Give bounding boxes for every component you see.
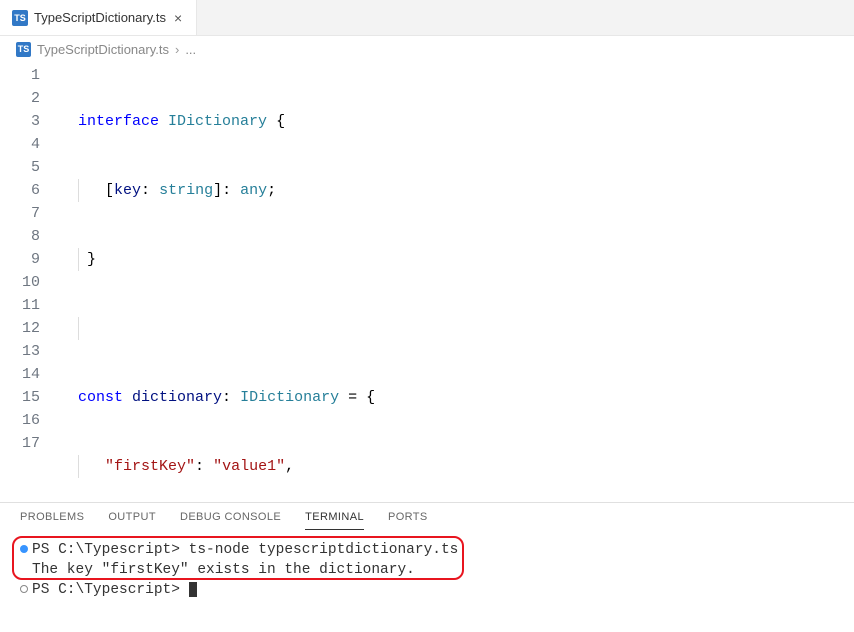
line-gutter: 1 2 3 4 5 6 7 8 9 10 11 12 13 14 15 16 1… bbox=[0, 64, 62, 502]
close-icon[interactable]: × bbox=[172, 10, 184, 26]
prompt-dot-icon bbox=[20, 545, 28, 553]
typescript-icon: TS bbox=[12, 10, 28, 26]
tab-filename: TypeScriptDictionary.ts bbox=[34, 10, 166, 25]
code-content[interactable]: interface IDictionary { [key: string]: a… bbox=[62, 64, 854, 502]
tab-problems[interactable]: PROBLEMS bbox=[20, 511, 84, 530]
terminal-prompt: PS C:\Typescript> bbox=[32, 582, 180, 598]
bottom-panel: PROBLEMS OUTPUT DEBUG CONSOLE TERMINAL P… bbox=[0, 502, 854, 632]
tab-debug-console[interactable]: DEBUG CONSOLE bbox=[180, 511, 281, 530]
breadcrumb[interactable]: TS TypeScriptDictionary.ts › ... bbox=[0, 36, 854, 62]
terminal-output[interactable]: PS C:\Typescript> ts-node typescriptdict… bbox=[0, 530, 854, 610]
tab-terminal[interactable]: TERMINAL bbox=[305, 511, 364, 530]
panel-tabs: PROBLEMS OUTPUT DEBUG CONSOLE TERMINAL P… bbox=[0, 503, 854, 530]
terminal-result: The key "firstKey" exists in the diction… bbox=[32, 562, 415, 578]
terminal-cursor bbox=[189, 582, 197, 597]
tab-ports[interactable]: PORTS bbox=[388, 511, 428, 530]
breadcrumb-filename: TypeScriptDictionary.ts bbox=[37, 42, 169, 57]
terminal-prompt: PS C:\Typescript> bbox=[32, 542, 180, 558]
chevron-right-icon: › bbox=[175, 42, 179, 57]
code-editor[interactable]: 1 2 3 4 5 6 7 8 9 10 11 12 13 14 15 16 1… bbox=[0, 62, 854, 502]
typescript-icon: TS bbox=[16, 42, 31, 57]
prompt-circle-icon bbox=[20, 585, 28, 593]
tab-bar: TS TypeScriptDictionary.ts × bbox=[0, 0, 854, 36]
file-tab[interactable]: TS TypeScriptDictionary.ts × bbox=[0, 0, 197, 35]
tab-output[interactable]: OUTPUT bbox=[108, 511, 156, 530]
breadcrumb-ellipsis: ... bbox=[185, 42, 196, 57]
terminal-command: ts-node typescriptdictionary.ts bbox=[189, 542, 459, 558]
